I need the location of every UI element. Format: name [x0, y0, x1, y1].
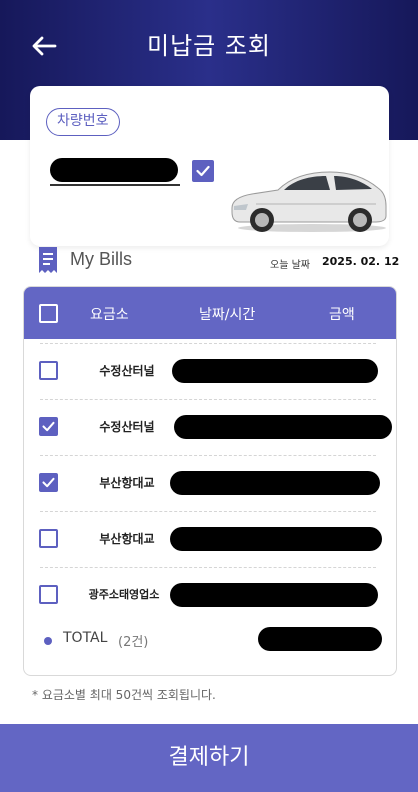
row-details-redacted [174, 415, 392, 439]
table-row[interactable]: 수정산터널 [24, 399, 396, 455]
row-checkbox[interactable] [39, 361, 58, 380]
row-details-redacted [172, 359, 378, 383]
row-checkbox[interactable] [39, 529, 58, 548]
column-header-datetime: 날짜/시간 [199, 307, 256, 323]
check-icon [42, 477, 55, 488]
table-row[interactable]: 부산항대교 [24, 511, 396, 567]
toll-name: 부산항대교 [99, 476, 155, 490]
vehicle-card: 차량번호 [30, 86, 389, 246]
receipt-icon [39, 247, 57, 273]
row-divider [40, 567, 376, 568]
table-header: 요금소 날짜/시간 금액 [24, 287, 396, 339]
page-title: 미납금 조회 [146, 32, 272, 60]
bills-table: 요금소 날짜/시간 금액 수정산터널 수정산터널 부산항대교 부산항대교 광주소… [23, 286, 397, 676]
today-date-label: 오늘 날짜 [270, 260, 310, 271]
row-details-redacted [170, 471, 380, 495]
plate-number-value-redacted [50, 158, 178, 182]
bills-title: My Bills [70, 249, 132, 269]
column-header-amount: 금액 [329, 307, 355, 323]
plate-number-label: 차량번호 [46, 108, 120, 136]
column-header-toll: 요금소 [90, 307, 129, 323]
table-row[interactable]: 광주소태영업소 [24, 567, 396, 623]
row-checkbox[interactable] [39, 585, 58, 604]
total-count: (2건) [118, 635, 149, 650]
plate-confirm-checkbox[interactable] [192, 160, 214, 182]
pay-button[interactable]: 결제하기 [0, 724, 418, 792]
table-row[interactable]: 부산항대교 [24, 455, 396, 511]
row-divider [40, 399, 376, 400]
total-row: TOTAL (2건) [24, 623, 396, 657]
row-checkbox[interactable] [39, 473, 58, 492]
query-limit-note: * 요금소별 최대 50건씩 조회됩니다. [32, 688, 216, 702]
check-icon [196, 165, 210, 177]
table-row[interactable]: 수정산터널 [24, 343, 396, 399]
bullet-dot [44, 637, 52, 645]
toll-name: 부산항대교 [99, 532, 155, 546]
row-divider [40, 511, 376, 512]
total-amount-redacted [258, 627, 382, 651]
check-icon [42, 421, 55, 432]
bills-header: My Bills 오늘 날짜 2025. 02. 12 [0, 244, 418, 278]
row-details-redacted [170, 527, 382, 551]
today-date-value: 2025. 02. 12 [322, 255, 400, 268]
row-divider [40, 343, 376, 344]
toll-name: 광주소태영업소 [88, 588, 160, 601]
select-all-checkbox[interactable] [39, 304, 58, 323]
row-details-redacted [170, 583, 378, 607]
total-label: TOTAL [63, 630, 108, 646]
row-checkbox[interactable] [39, 417, 58, 436]
plate-number-underline [50, 184, 180, 186]
row-divider [40, 455, 376, 456]
car-image [231, 171, 387, 232]
toll-name: 수정산터널 [99, 364, 155, 378]
toll-name: 수정산터널 [99, 420, 155, 434]
